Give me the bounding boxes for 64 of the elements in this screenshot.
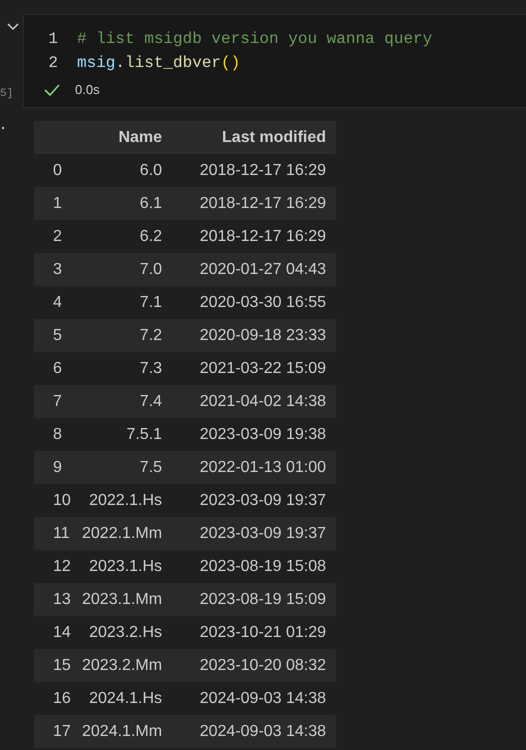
table-cell: 2023.2.Hs	[82, 616, 172, 649]
table-cell: 2023-10-20 08:32	[172, 649, 336, 682]
row-index: 8	[34, 418, 82, 451]
table-cell: 2022.1.Hs	[82, 484, 172, 517]
code-line: msig.list_dbver()	[77, 53, 240, 74]
chevron-icon[interactable]	[6, 22, 20, 32]
row-index: 9	[34, 451, 82, 484]
row-index: 10	[34, 484, 82, 517]
row-index: 17	[34, 715, 82, 748]
table-cell: 7.0	[82, 253, 172, 286]
row-index: 5	[34, 319, 82, 352]
table-cell: 2018-12-17 16:29	[172, 220, 336, 253]
row-index: 3	[34, 253, 82, 286]
table-cell: 7.3	[82, 352, 172, 385]
table-cell: 2023.1.Hs	[82, 550, 172, 583]
table-cell: 2023-08-19 15:09	[172, 583, 336, 616]
table-cell: 2018-12-17 16:29	[172, 187, 336, 220]
row-index: 1	[34, 187, 82, 220]
table-cell: 2023.1.Mm	[82, 583, 172, 616]
column-header: Last modified	[172, 121, 336, 154]
row-index: 4	[34, 286, 82, 319]
table-cell: 7.1	[82, 286, 172, 319]
table-cell: 2024-09-03 14:38	[172, 715, 336, 748]
table-cell: 7.5.1	[82, 418, 172, 451]
table-cell: 6.0	[82, 154, 172, 187]
row-index: 15	[34, 649, 82, 682]
table-cell: 2020-01-27 04:43	[172, 253, 336, 286]
row-index: 7	[34, 385, 82, 418]
table-cell: 2021-04-02 14:38	[172, 385, 336, 418]
table-cell: 6.2	[82, 220, 172, 253]
code-line: # list msigdb version you wanna query	[77, 29, 432, 50]
table-cell: 2024.1.Mm	[82, 715, 172, 748]
table-cell: 2022.1.Mm	[82, 517, 172, 550]
table-cell: 2020-03-30 16:55	[172, 286, 336, 319]
execution-count: 5]	[0, 87, 14, 102]
table-cell: 6.1	[82, 187, 172, 220]
table-cell: 7.2	[82, 319, 172, 352]
table-cell: 2020-09-18 23:33	[172, 319, 336, 352]
code-cell[interactable]: 1 # list msigdb version you wanna query 2 msig.list_dbver() 0.0s	[23, 14, 526, 108]
row-index: 6	[34, 352, 82, 385]
table-cell: 2021-03-22 15:09	[172, 352, 336, 385]
row-index: 12	[34, 550, 82, 583]
table-cell: 2023-10-21 01:29	[172, 616, 336, 649]
line-number: 1	[47, 29, 59, 50]
table-cell: 2024.1.Hs	[82, 682, 172, 715]
column-header: Name	[82, 121, 172, 154]
row-index: 13	[34, 583, 82, 616]
row-index: 0	[34, 154, 82, 187]
line-number: 2	[47, 53, 59, 74]
row-index: 2	[34, 220, 82, 253]
table-cell: 2022-01-13 01:00	[172, 451, 336, 484]
table-cell: 7.5	[82, 451, 172, 484]
table-cell: 2023-03-09 19:37	[172, 517, 336, 550]
duration-text: 0.0s	[75, 81, 100, 99]
row-index: 14	[34, 616, 82, 649]
row-index: 11	[34, 517, 82, 550]
table-cell: 2023-08-19 15:08	[172, 550, 336, 583]
table-cell: 2023.2.Mm	[82, 649, 172, 682]
table-cell: 2018-12-17 16:29	[172, 154, 336, 187]
row-index: 16	[34, 682, 82, 715]
table-cell: 2023-03-09 19:38	[172, 418, 336, 451]
table-cell: 7.4	[82, 385, 172, 418]
table-cell: 2024-09-03 14:38	[172, 682, 336, 715]
table-cell: 2023-03-09 19:37	[172, 484, 336, 517]
